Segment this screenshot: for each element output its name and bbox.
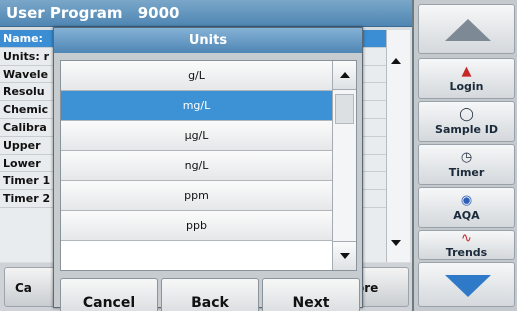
back-button[interactable]: Back — [161, 278, 259, 311]
next-button[interactable]: Next — [262, 278, 360, 311]
arrow-up-icon — [340, 72, 350, 78]
scroll-up-button[interactable] — [418, 4, 515, 54]
person-icon: ▲ — [461, 64, 472, 79]
trend-chart-icon: ∿ — [461, 231, 472, 246]
unit-option-selected[interactable]: mg/L — [61, 91, 332, 121]
scroll-down-button[interactable] — [418, 262, 515, 307]
units-dialog: Units g/L mg/L µg/L ng/L ppm ppb Cancel … — [53, 27, 363, 311]
timer-button[interactable]: ◷ Timer — [418, 144, 515, 185]
sample-id-label: Sample ID — [435, 123, 498, 136]
trends-label: Trends — [445, 246, 488, 259]
sample-id-button[interactable]: ◯ Sample ID — [418, 101, 515, 142]
dialog-title: Units — [54, 28, 362, 53]
timer-label: Timer — [448, 166, 485, 179]
units-list: g/L mg/L µg/L ng/L ppm ppb — [60, 60, 357, 271]
login-label: Login — [449, 80, 484, 93]
scroll-up-button[interactable] — [333, 61, 356, 90]
sidebar: ▲ Login ◯ Sample ID ◷ Timer ◉ AQA ∿ Tren… — [412, 0, 517, 311]
aqa-button[interactable]: ◉ AQA — [418, 187, 515, 228]
unit-option[interactable]: ppm — [61, 181, 332, 211]
unit-option[interactable]: ng/L — [61, 151, 332, 181]
arrow-up-icon — [445, 19, 491, 41]
arrow-down-icon — [340, 253, 350, 259]
vial-icon: ◯ — [459, 107, 474, 122]
unit-option[interactable]: g/L — [61, 61, 332, 91]
unit-option[interactable]: ppb — [61, 211, 332, 241]
unit-option[interactable]: µg/L — [61, 121, 332, 151]
arrow-down-icon — [445, 275, 491, 297]
aqa-label: AQA — [453, 209, 480, 222]
program-number: 9000 — [137, 4, 180, 22]
aqa-icon: ◉ — [460, 193, 473, 208]
units-scrollbar[interactable] — [332, 61, 356, 270]
page-title: User Program 9000 — [0, 0, 412, 27]
timer-icon: ◷ — [460, 150, 473, 165]
cancel-button[interactable]: Cancel — [60, 278, 158, 311]
list-scrollbar[interactable] — [386, 30, 410, 262]
page-title-text: User Program — [6, 4, 123, 22]
scroll-down-button[interactable] — [333, 241, 356, 270]
scroll-up-icon[interactable] — [391, 58, 401, 64]
trends-button[interactable]: ∿ Trends — [418, 230, 515, 260]
login-button[interactable]: ▲ Login — [418, 58, 515, 99]
scroll-thumb[interactable] — [335, 94, 354, 124]
scroll-down-icon[interactable] — [391, 240, 401, 246]
